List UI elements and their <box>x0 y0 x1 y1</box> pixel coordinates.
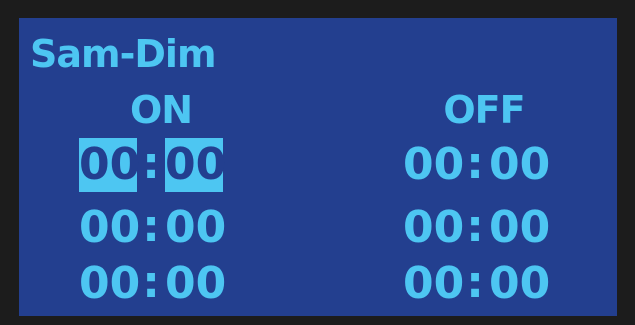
on-time-2-hours[interactable]: 00 <box>79 201 140 255</box>
time-separator: : <box>142 201 160 252</box>
display-bezel: Sam-Dim ON OFF 00 : 00 00 : 00 00 : 00 0… <box>0 0 635 325</box>
off-time-2: 00 : 00 <box>403 199 603 255</box>
on-time-3-minutes[interactable]: 00 <box>165 257 226 311</box>
off-time-3-hours[interactable]: 00 <box>403 257 464 311</box>
on-time-3-hours[interactable]: 00 <box>79 257 140 311</box>
time-separator: : <box>466 138 484 189</box>
off-time-3-minutes[interactable]: 00 <box>489 257 550 311</box>
on-time-3: 00 : 00 <box>79 255 279 311</box>
time-separator: : <box>466 201 484 252</box>
on-column-header: ON <box>129 88 193 132</box>
time-separator: : <box>142 138 160 189</box>
off-time-2-hours[interactable]: 00 <box>403 201 464 255</box>
on-time-1-minutes[interactable]: 00 <box>165 138 226 192</box>
on-time-2: 00 : 00 <box>79 199 279 255</box>
lcd-screen: Sam-Dim ON OFF 00 : 00 00 : 00 00 : 00 0… <box>19 18 617 316</box>
off-time-3: 00 : 00 <box>403 255 603 311</box>
time-separator: : <box>466 257 484 308</box>
on-time-1: 00 : 00 <box>79 136 279 192</box>
time-separator: : <box>142 257 160 308</box>
on-time-2-minutes[interactable]: 00 <box>165 201 226 255</box>
off-time-2-minutes[interactable]: 00 <box>489 201 550 255</box>
on-time-1-hours[interactable]: 00 <box>79 138 140 192</box>
screen-title: Sam-Dim <box>30 32 217 76</box>
off-time-1: 00 : 00 <box>403 136 603 192</box>
off-time-1-hours[interactable]: 00 <box>403 138 464 192</box>
off-time-1-minutes[interactable]: 00 <box>489 138 550 192</box>
off-column-header: OFF <box>443 88 525 132</box>
